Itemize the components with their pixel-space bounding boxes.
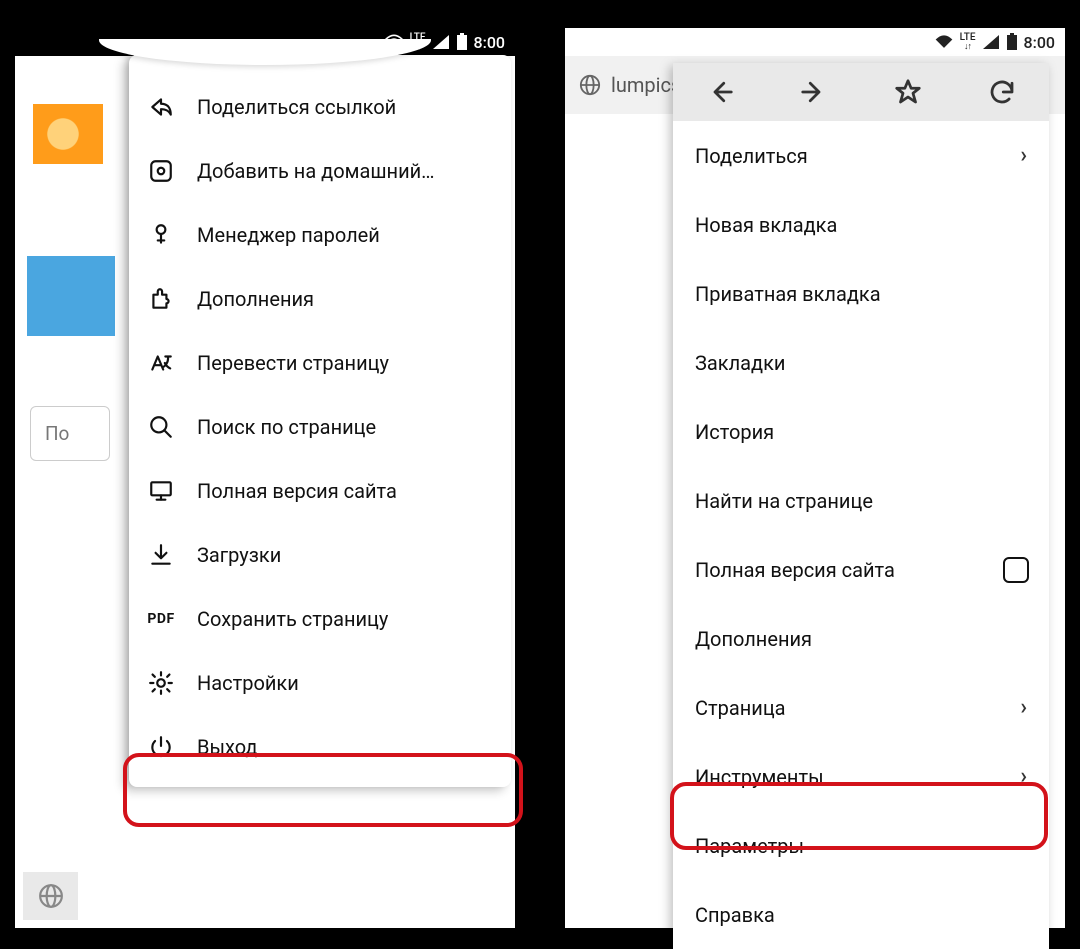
- menu-nav-row: [673, 63, 1049, 121]
- chevron-right-icon: ›: [1020, 143, 1027, 168]
- search-placeholder: По: [45, 422, 69, 445]
- menu-password-manager[interactable]: Менеджер паролей: [129, 203, 511, 267]
- battery-icon: [456, 33, 468, 51]
- pdf-icon: PDF: [147, 605, 175, 633]
- menu-label: Инструменты: [695, 765, 824, 789]
- menu-label: Справка: [695, 903, 775, 927]
- menu-label: Новая вкладка: [695, 213, 837, 237]
- menu-addons[interactable]: Дополнения: [129, 267, 511, 331]
- menu-label: Выход: [197, 735, 258, 759]
- search-input[interactable]: По: [30, 406, 110, 461]
- menu-settings[interactable]: Настройки: [129, 651, 511, 715]
- menu-label: Приватная вкладка: [695, 282, 881, 306]
- chevron-right-icon: ›: [1020, 695, 1027, 720]
- menu-label: Поделиться: [695, 144, 808, 168]
- menu-label: Дополнения: [197, 287, 314, 311]
- menu-help[interactable]: Справка: [673, 880, 1049, 949]
- monitor-icon: [147, 477, 175, 505]
- menu-label: История: [695, 420, 774, 444]
- menu-find-in-page[interactable]: Найти на странице: [673, 466, 1049, 535]
- menu-private-tab[interactable]: Приватная вкладка: [673, 259, 1049, 328]
- menu-addons[interactable]: Дополнения: [673, 604, 1049, 673]
- status-bar: LTE↓↑ 8:00: [565, 28, 1065, 56]
- menu-new-tab[interactable]: Новая вкладка: [673, 190, 1049, 259]
- globe-icon: [38, 883, 64, 909]
- menu-share[interactable]: Поделиться ›: [673, 121, 1049, 190]
- translate-icon: [147, 349, 175, 377]
- reload-button[interactable]: [984, 74, 1020, 110]
- menu-label: Перевести страницу: [197, 351, 389, 375]
- search-icon: [147, 413, 175, 441]
- clock: 8:00: [474, 33, 506, 52]
- globe-icon: [579, 74, 601, 96]
- menu-tools[interactable]: Инструменты ›: [673, 742, 1049, 811]
- menu-label: Поделиться ссылкой: [197, 95, 396, 119]
- menu-bookmarks[interactable]: Закладки: [673, 328, 1049, 397]
- menu-label: Закладки: [695, 351, 785, 375]
- menu-label: Полная версия сайта: [197, 479, 397, 503]
- key-icon: [147, 221, 175, 249]
- download-icon: [147, 541, 175, 569]
- clock: 8:00: [1024, 33, 1056, 52]
- site-logo: [33, 104, 103, 164]
- browser-menu: Поделиться › Новая вкладка Приватная вкл…: [673, 63, 1049, 949]
- menu-add-home[interactable]: Добавить на домашний…: [129, 139, 511, 203]
- menu-history[interactable]: История: [673, 397, 1049, 466]
- forward-button[interactable]: [796, 74, 832, 110]
- menu-desktop-version[interactable]: Полная версия сайта: [129, 459, 511, 523]
- menu-share-link[interactable]: Поделиться ссылкой: [129, 75, 511, 139]
- puzzle-icon: [147, 285, 175, 313]
- menu-notch: [99, 39, 431, 65]
- gear-icon: [147, 669, 175, 697]
- menu-label: Параметры: [695, 834, 804, 858]
- phone-left: LTE↓↑ 8:00 По Поделиться ссылкой Добавит…: [15, 28, 515, 928]
- menu-find-in-page[interactable]: Поиск по странице: [129, 395, 511, 459]
- back-button[interactable]: [702, 74, 738, 110]
- menu-label: Полная версия сайта: [695, 558, 895, 582]
- menu-parameters[interactable]: Параметры: [673, 811, 1049, 880]
- lte-indicator: LTE↓↑: [960, 33, 976, 52]
- browser-menu: Поделиться ссылкой Добавить на домашний……: [129, 55, 511, 787]
- signal-icon: [982, 34, 1000, 50]
- bookmark-button[interactable]: [890, 74, 926, 110]
- phone-right: LTE↓↑ 8:00 lumpics. Поделиться › Новая в…: [565, 28, 1065, 928]
- chevron-right-icon: ›: [1020, 764, 1027, 789]
- menu-label: Страница: [695, 696, 786, 720]
- menu-save-page[interactable]: PDF Сохранить страницу: [129, 587, 511, 651]
- menu-label: Поиск по странице: [197, 415, 376, 439]
- menu-label: Настройки: [197, 671, 299, 695]
- menu-label: Сохранить страницу: [197, 607, 388, 631]
- menu-label: Менеджер паролей: [197, 223, 380, 247]
- checkbox[interactable]: [1003, 557, 1029, 583]
- menu-exit[interactable]: Выход: [129, 715, 511, 779]
- power-icon: [147, 733, 175, 761]
- wifi-icon: [934, 34, 954, 50]
- menu-label: Дополнения: [695, 627, 812, 651]
- menu-label: Найти на странице: [695, 489, 873, 513]
- signal-icon: [432, 34, 450, 50]
- menu-desktop-version[interactable]: Полная версия сайта: [673, 535, 1049, 604]
- bottom-tab-globe[interactable]: [23, 872, 78, 920]
- blue-banner: [27, 256, 115, 336]
- menu-downloads[interactable]: Загрузки: [129, 523, 511, 587]
- menu-label: Добавить на домашний…: [197, 159, 435, 183]
- add-home-icon: [147, 157, 175, 185]
- menu-label: Загрузки: [197, 543, 281, 567]
- menu-translate[interactable]: Перевести страницу: [129, 331, 511, 395]
- share-icon: [147, 93, 175, 121]
- battery-icon: [1006, 33, 1018, 51]
- menu-page[interactable]: Страница ›: [673, 673, 1049, 742]
